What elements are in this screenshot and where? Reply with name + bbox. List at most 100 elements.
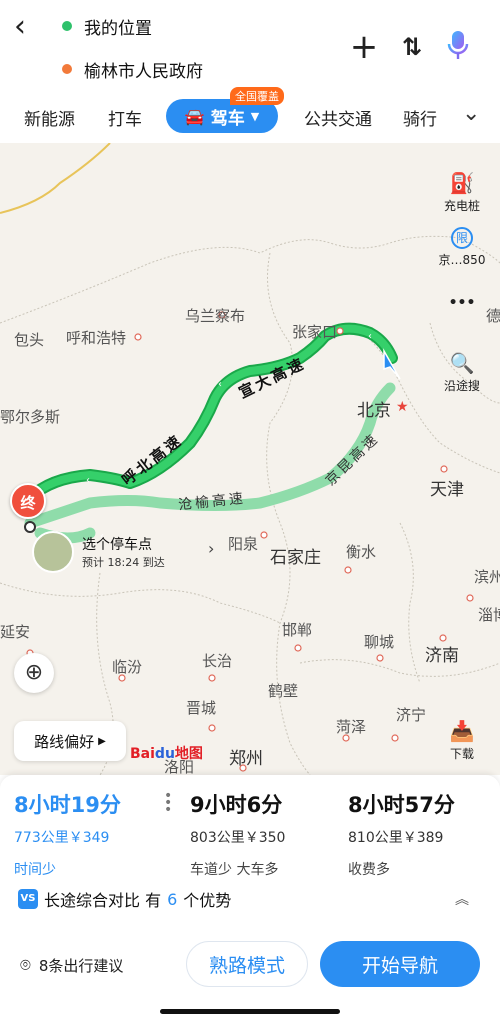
- nationwide-badge: 全国覆盖: [230, 87, 284, 105]
- city-label: 阳泉: [228, 535, 259, 553]
- city-label: 聊城: [364, 633, 395, 651]
- parking-selector[interactable]: 选个停车点 预计 18:24 到达 ›: [32, 531, 214, 573]
- route-tag: 收费多: [348, 862, 390, 878]
- traffic-restriction-button[interactable]: 限 京…850: [437, 227, 487, 268]
- parking-eta: 预计 18:24 到达: [82, 556, 165, 569]
- long-distance-compare[interactable]: VS 长途综合对比 有 6 个优势: [18, 887, 231, 911]
- svg-text:‹: ‹: [218, 379, 222, 390]
- travel-suggestions-label: 8条出行建议: [38, 957, 124, 975]
- route-tag: 车道少 大车多: [190, 862, 279, 878]
- city-label: 德: [486, 307, 500, 325]
- start-navigation-button[interactable]: 开始导航: [320, 941, 480, 987]
- city-label: 长治: [202, 652, 233, 670]
- end-marker[interactable]: 终: [10, 483, 46, 519]
- charging-station-button[interactable]: ⛽ 充电桩: [437, 171, 487, 214]
- city-label: 淄博: [478, 606, 500, 624]
- start-dot-icon: [62, 21, 72, 31]
- compare-suffix: 个优势: [183, 891, 232, 910]
- route-option-2[interactable]: 9小时6分 803公里￥350 车道少 大车多: [190, 789, 350, 879]
- home-indicator: [160, 1009, 340, 1014]
- route-preference-label: 路线偏好: [34, 732, 95, 751]
- location-pin-icon: ⌾: [20, 955, 31, 976]
- city-label: 济宁: [396, 706, 427, 724]
- locate-me-button[interactable]: ⊕: [14, 653, 54, 693]
- route-planning-screen: ‹ 我的位置 榆林市人民政府 + ⇅ 新能源 打车 🚘 驾车 ▼ 全国覆盖 公共…: [0, 0, 500, 1018]
- end-dot-icon: [62, 64, 72, 74]
- header: ‹ 我的位置 榆林市人民政府 + ⇅: [0, 0, 500, 95]
- tab-public-transit[interactable]: 公共交通: [304, 105, 372, 130]
- download-icon: 📥: [449, 719, 475, 743]
- travel-suggestions[interactable]: ⌾ 8条出行建议: [20, 955, 123, 976]
- caret-down-icon: ▼: [250, 109, 260, 123]
- city-label: 临汾: [112, 658, 143, 676]
- city-label: 鹤壁: [268, 682, 299, 700]
- route-details-icon[interactable]: • • •: [164, 789, 172, 817]
- microphone-icon[interactable]: [444, 30, 472, 64]
- back-arrow-icon[interactable]: ‹: [14, 12, 40, 42]
- charging-station-icon: ⛽: [449, 171, 475, 195]
- start-location-row[interactable]: 我的位置: [62, 12, 152, 40]
- svg-text:★: ★: [396, 399, 409, 415]
- parking-title: 选个停车点: [82, 537, 152, 553]
- city-label: 郑州: [229, 749, 263, 769]
- route-option-1[interactable]: 8小时19分 773公里￥349 时间少: [14, 789, 174, 879]
- city-label: 滨州: [474, 568, 500, 586]
- route-preference-button[interactable]: 路线偏好 ▶: [14, 721, 126, 761]
- city-label: 菏泽: [336, 718, 367, 736]
- svg-text:‹: ‹: [86, 475, 90, 486]
- tab-taxi[interactable]: 打车: [108, 105, 142, 130]
- city-label: 天津: [430, 480, 464, 500]
- city-label: 济南: [425, 646, 459, 666]
- route-distance-cost: 773公里￥349: [14, 830, 110, 846]
- plus-icon[interactable]: +: [348, 30, 380, 64]
- map-view[interactable]: ‹ ‹ ‹ ‹ ★ 包头 呼和浩特 乌兰察布 张家口 北京 鄂尔多斯 天津 阳泉…: [0, 143, 500, 775]
- route-time: 8小时19分: [14, 793, 121, 817]
- chevron-down-icon[interactable]: ⌄: [462, 101, 480, 126]
- search-icon: 🔍: [449, 351, 475, 375]
- compare-count: 6: [167, 889, 178, 909]
- route-panel: 8小时19分 773公里￥349 时间少 • • • 9小时6分 803公里￥350…: [0, 775, 500, 1018]
- svg-text:‹: ‹: [368, 331, 372, 342]
- familiar-route-button[interactable]: 熟路模式: [186, 941, 308, 987]
- car-icon: 🚘: [184, 106, 205, 126]
- map-graphics: ‹ ‹ ‹ ‹ ★: [0, 143, 500, 775]
- city-label: 延安: [0, 623, 31, 641]
- city-label: 晋城: [186, 699, 217, 717]
- transport-mode-tabs: 新能源 打车 🚘 驾车 ▼ 全国覆盖 公共交通 骑行 ⌄: [0, 87, 500, 143]
- city-label: 石家庄: [270, 548, 321, 568]
- route-option-3[interactable]: 8小时57分 810公里￥389 收费多: [348, 789, 500, 879]
- target-icon: ⊕: [24, 660, 44, 685]
- route-time: 9小时6分: [190, 793, 283, 817]
- city-label: 乌兰察布: [185, 307, 246, 325]
- vs-icon: VS: [18, 889, 38, 909]
- city-label: 邯郸: [282, 621, 313, 639]
- restriction-label: 京…850: [438, 253, 486, 267]
- start-location-text: 我的位置: [84, 18, 152, 39]
- city-label: 呼和浩特: [66, 329, 127, 347]
- city-label: 鄂尔多斯: [0, 408, 61, 426]
- swap-icon[interactable]: ⇅: [396, 30, 428, 64]
- route-time: 8小时57分: [348, 793, 455, 817]
- route-tag: 时间少: [14, 862, 56, 878]
- play-triangle-icon: ▶: [98, 735, 106, 747]
- route-distance-cost: 803公里￥350: [190, 830, 286, 846]
- restriction-icon: 限: [451, 227, 473, 249]
- download-label: 下载: [449, 747, 474, 761]
- download-button[interactable]: 📥 下载: [437, 719, 487, 762]
- city-label: 北京: [357, 401, 391, 421]
- city-label: 衡水: [346, 543, 377, 561]
- baidu-map-logo: Baidu地图: [130, 746, 203, 762]
- chevron-right-icon: ›: [208, 539, 215, 558]
- end-location-text: 榆林市人民政府: [84, 61, 203, 82]
- charging-station-label: 充电桩: [443, 199, 480, 213]
- city-label: 张家口: [292, 323, 338, 341]
- route-distance-cost: 810公里￥389: [348, 830, 444, 846]
- tab-new-energy[interactable]: 新能源: [24, 105, 75, 130]
- search-along-button[interactable]: 🔍 沿途搜: [437, 351, 487, 394]
- parking-thumbnail: [32, 531, 74, 573]
- chevron-up-icon[interactable]: ︽: [455, 889, 469, 909]
- more-options-button[interactable]: •••: [437, 295, 487, 311]
- end-location-row[interactable]: 榆林市人民政府: [62, 55, 203, 83]
- search-along-label: 沿途搜: [443, 379, 480, 393]
- tab-cycling[interactable]: 骑行: [403, 105, 437, 130]
